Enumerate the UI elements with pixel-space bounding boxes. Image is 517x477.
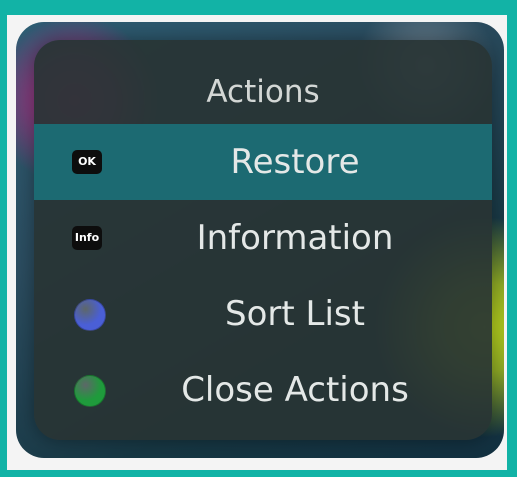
menu-item-close-actions[interactable]: Close Actions: [34, 352, 492, 428]
menu-list: OK Restore Info Information Sort List Cl…: [34, 124, 492, 428]
menu-item-sort-list[interactable]: Sort List: [34, 276, 492, 352]
ok-button-icon: OK: [72, 150, 102, 174]
actions-menu: Actions OK Restore Info Information Sort…: [34, 40, 492, 440]
tv-screen: Actions OK Restore Info Information Sort…: [16, 22, 504, 458]
menu-item-label: Sort List: [225, 294, 365, 334]
menu-item-label: Restore: [230, 142, 360, 182]
menu-item-restore[interactable]: OK Restore: [34, 124, 492, 200]
menu-title: Actions: [206, 74, 320, 110]
menu-item-information[interactable]: Info Information: [34, 200, 492, 276]
green-button-icon: [74, 375, 106, 407]
blue-button-icon: [74, 299, 106, 331]
menu-item-label: Close Actions: [181, 370, 409, 410]
info-button-icon: Info: [72, 226, 102, 250]
menu-item-label: Information: [196, 218, 394, 258]
